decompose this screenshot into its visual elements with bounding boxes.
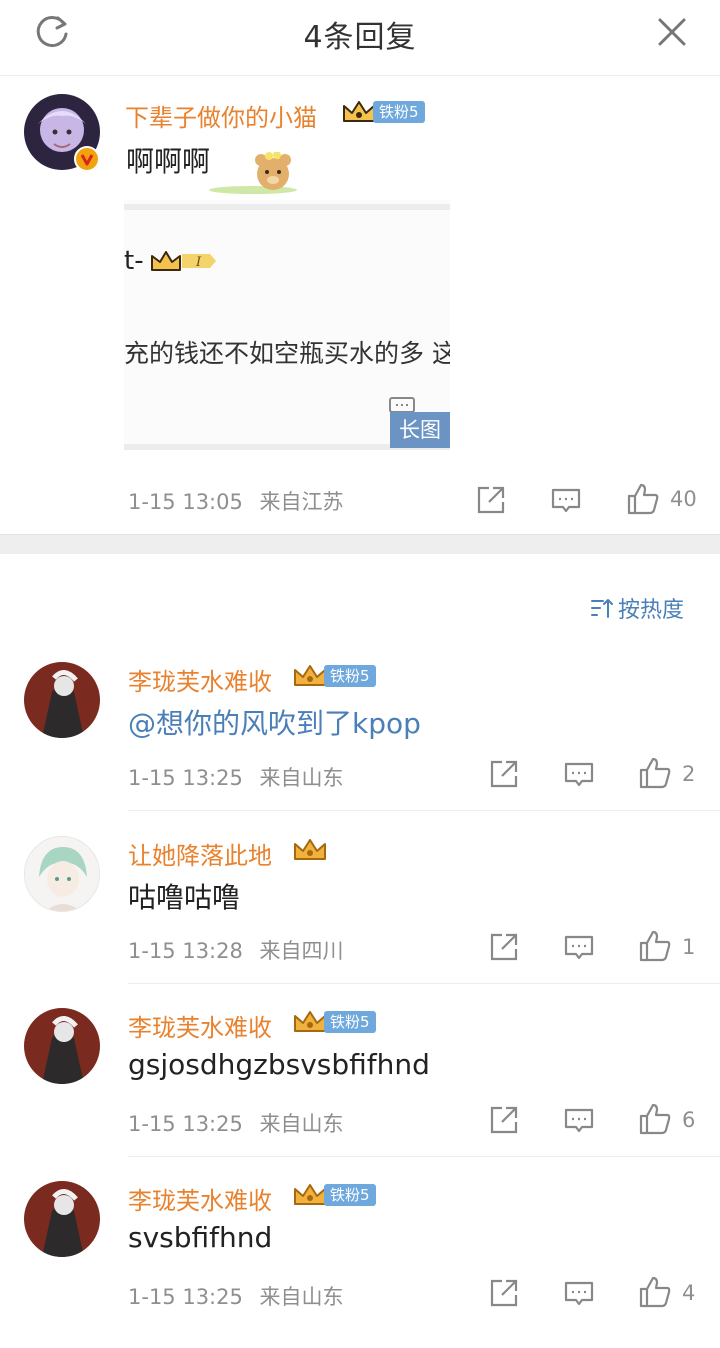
page-title: 4条回复: [303, 20, 417, 55]
like-icon[interactable]: [638, 1275, 671, 1308]
location: 来自江苏: [259, 490, 344, 514]
share-icon[interactable]: [488, 758, 520, 790]
reply-separator: [128, 983, 720, 984]
reply-avatar[interactable]: [24, 1008, 100, 1084]
image-divider: [124, 204, 450, 210]
reply-avatar[interactable]: [24, 836, 100, 912]
fan-badge: [292, 837, 328, 863]
sort-label: 按热度: [618, 598, 685, 623]
fan-badge: 铁粉5: [292, 663, 376, 689]
like-count: 4: [682, 1281, 696, 1305]
like-count: 1: [682, 935, 696, 959]
location: 来自山东: [259, 766, 344, 790]
svg-text:I: I: [195, 255, 202, 270]
reply-meta: 1-15 13:25 来自山东: [128, 762, 344, 792]
fan-badge: 铁粉5: [341, 99, 425, 125]
like-icon[interactable]: [626, 482, 659, 515]
reply-username[interactable]: 让她降落此地: [128, 836, 272, 871]
share-icon[interactable]: [488, 931, 520, 963]
root-username[interactable]: 下辈子做你的小猫: [125, 98, 317, 133]
reply-username[interactable]: 李珑芙水难收: [128, 1181, 272, 1216]
root-comment-text: 啊啊啊: [126, 145, 211, 178]
reply-separator: [128, 810, 720, 811]
like-icon[interactable]: [638, 756, 671, 789]
reply-avatar[interactable]: [24, 1181, 100, 1257]
crown-icon: [294, 665, 326, 686]
crown-icon: [294, 1011, 326, 1032]
reply-text[interactable]: @想你的风吹到了kpop: [128, 702, 421, 742]
location: 来自四川: [259, 939, 344, 963]
image-fragment-name: t- I: [124, 246, 218, 276]
share-icon[interactable]: [475, 484, 507, 516]
timestamp: 1-15 13:25: [128, 766, 243, 790]
like-count: 2: [682, 762, 696, 786]
like-icon[interactable]: [638, 1102, 671, 1135]
comment-icon[interactable]: [563, 931, 595, 963]
crown-icon: [294, 1184, 326, 1205]
fan-level-tag: 铁粉5: [373, 101, 425, 123]
comment-icon[interactable]: [563, 1104, 595, 1136]
reply-text: 咕噜咕噜: [128, 881, 241, 914]
timestamp: 1-15 13:25: [128, 1112, 243, 1136]
close-icon[interactable]: [652, 12, 692, 52]
crown-icon: I: [150, 251, 216, 271]
fan-level-tag: 铁粉5: [324, 1184, 376, 1206]
section-divider: [0, 534, 720, 554]
long-image-badge: 长图: [390, 412, 450, 448]
timestamp: 1-15 13:25: [128, 1285, 243, 1309]
reply-username[interactable]: 李珑芙水难收: [128, 1008, 272, 1043]
like-count: 40: [670, 487, 697, 511]
reply-text: svsbfifhnd: [128, 1221, 273, 1254]
comment-icon[interactable]: [563, 1277, 595, 1309]
bear-sticker-icon: [205, 151, 301, 196]
reply-username[interactable]: 李珑芙水难收: [128, 662, 272, 697]
like-count: 6: [682, 1108, 696, 1132]
timestamp: 1-15 13:05: [128, 490, 243, 514]
fan-badge: 铁粉5: [292, 1182, 376, 1208]
comment-icon[interactable]: [563, 758, 595, 790]
reply-meta: 1-15 13:28 来自四川: [128, 935, 344, 965]
fan-level-tag: 铁粉5: [324, 1011, 376, 1033]
verified-icon: [74, 146, 100, 172]
location: 来自山东: [259, 1285, 344, 1309]
crown-icon: [294, 839, 326, 860]
reply-meta: 1-15 13:25 来自山东: [128, 1281, 344, 1311]
fan-level-tag: 铁粉5: [324, 665, 376, 687]
top-bar: 4条回复: [0, 0, 720, 76]
share-icon[interactable]: [488, 1277, 520, 1309]
like-icon[interactable]: [638, 929, 671, 962]
reply-text: gsjosdhgzbsvsbfifhnd: [128, 1048, 430, 1081]
comment-icon[interactable]: [550, 484, 582, 516]
reply-avatar[interactable]: [24, 662, 100, 738]
long-image-attachment[interactable]: t- I 充的钱还不如空瓶买水的多 这 长图: [124, 200, 450, 450]
fan-badge: 铁粉5: [292, 1009, 376, 1035]
share-icon[interactable]: [488, 1104, 520, 1136]
root-meta: 1-15 13:05 来自江苏: [128, 486, 344, 516]
crown-icon: [343, 101, 375, 122]
sort-button[interactable]: 按热度: [590, 592, 684, 624]
location: 来自山东: [259, 1112, 344, 1136]
reply-meta: 1-15 13:25 来自山东: [128, 1108, 344, 1138]
sort-icon: [591, 599, 613, 618]
image-fragment-text: 充的钱还不如空瓶买水的多 这: [124, 339, 450, 368]
reply-separator: [128, 1156, 720, 1157]
timestamp: 1-15 13:28: [128, 939, 243, 963]
